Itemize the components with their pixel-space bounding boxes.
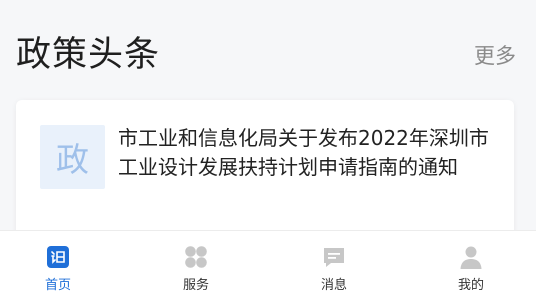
tab-messages[interactable]: 消息 bbox=[294, 231, 374, 296]
app-page: 政策头条 更多 政 市工业和信息化局关于发布2022年深圳市工业设计发展扶持计划… bbox=[0, 0, 536, 296]
news-thumbnail: 政 bbox=[40, 125, 105, 189]
home-icon bbox=[47, 246, 69, 268]
tab-profile[interactable]: 我的 bbox=[431, 231, 511, 296]
message-icon bbox=[324, 248, 344, 267]
tab-label: 首页 bbox=[44, 278, 71, 293]
bottom-tab-bar: 首页 服务 消息 我的 bbox=[0, 230, 536, 296]
tab-label: 消息 bbox=[320, 278, 347, 293]
more-link[interactable]: 更多 bbox=[474, 42, 516, 70]
tab-label: 我的 bbox=[457, 278, 484, 293]
tab-home[interactable]: 首页 bbox=[18, 231, 98, 296]
services-icon bbox=[185, 246, 207, 268]
news-title[interactable]: 市工业和信息化局关于发布2022年深圳市工业设计发展扶持计划申请指南的通知 bbox=[118, 124, 503, 182]
section-title: 政策头条 bbox=[16, 35, 161, 75]
thumbnail-char: 政 bbox=[56, 140, 89, 179]
policy-headlines-header: 政策头条 更多 bbox=[0, 0, 536, 100]
tab-label: 服务 bbox=[182, 278, 209, 293]
profile-icon bbox=[460, 246, 482, 269]
tab-services[interactable]: 服务 bbox=[156, 231, 236, 296]
